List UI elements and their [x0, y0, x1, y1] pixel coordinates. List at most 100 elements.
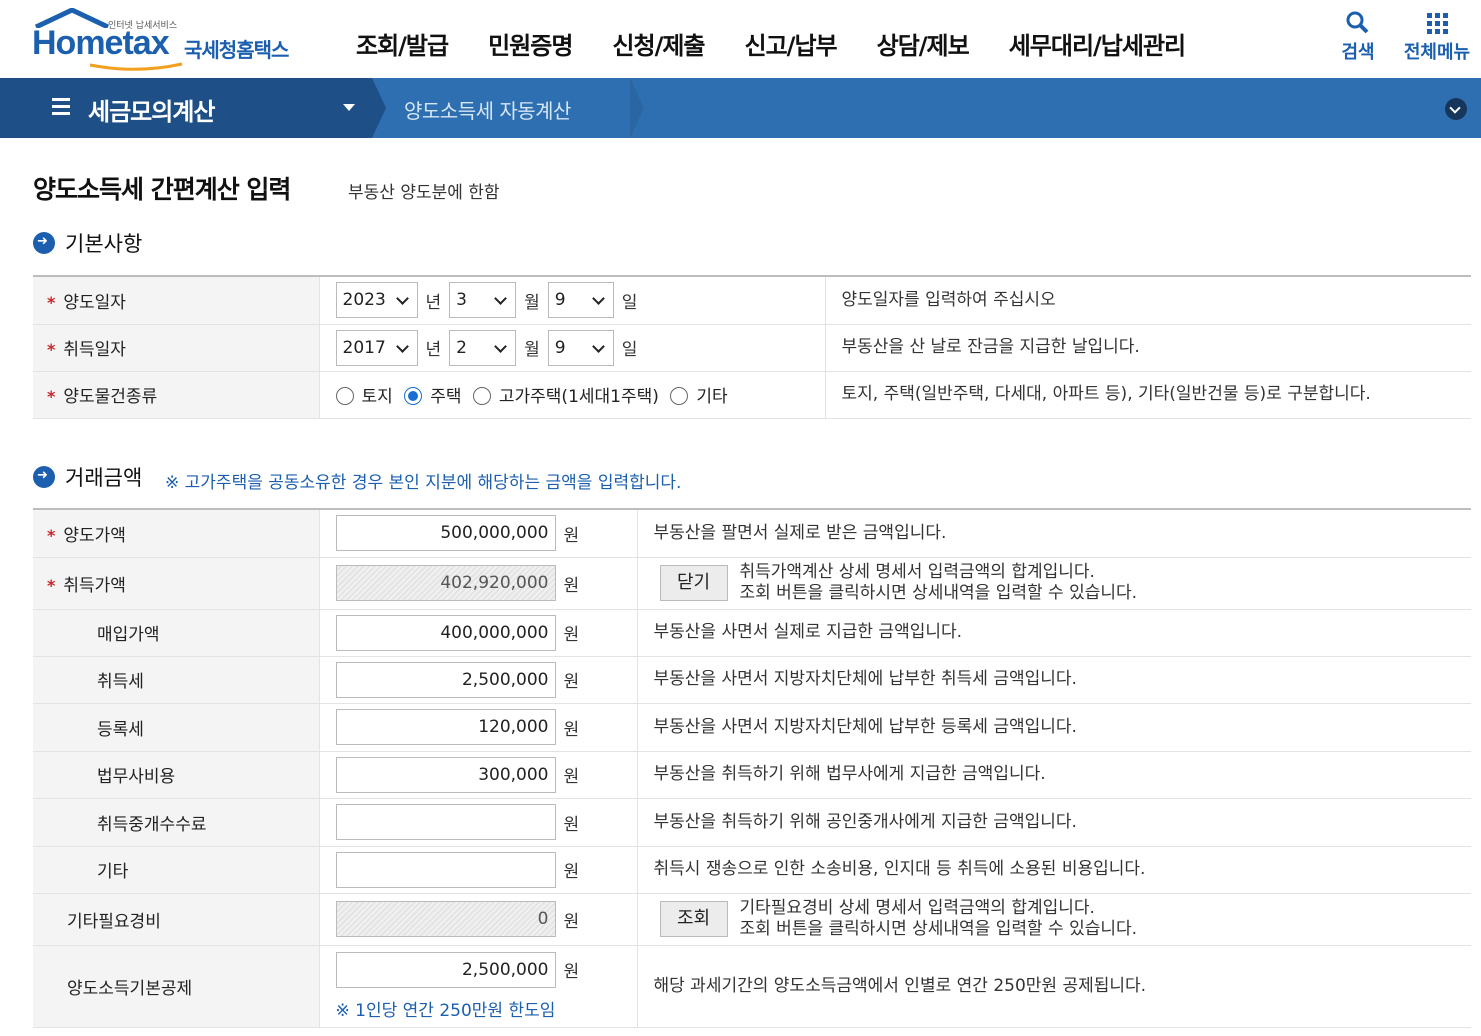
row-acquisition-tax: 취득세 2,500,000 원 부동산을 사면서 지방자치단체에 납부한 취득세 … — [33, 656, 1471, 704]
logo-wordmark: Hometax — [32, 24, 170, 62]
field-description: 기타필요경비 상세 명세서 입력금액의 합계입니다. 조회 버튼을 클릭하시면 상… — [739, 898, 1138, 939]
row-brokerage-fee: 취득중개수수료 원 부동산을 취득하기 위해 공인중개사에게 지급한 금액입니다… — [33, 798, 1471, 847]
transfer-date-inputs: 2023 년 3 월 9 일 — [319, 275, 825, 325]
field-description: 부동산을 사면서 지방자치단체에 납부한 취득세 금액입니다. — [636, 656, 1471, 704]
row-basic-deduction: 양도소득기본공제 2,500,000 원 ※ 1인당 연간 250만원 한도임 해… — [33, 945, 1471, 1028]
required-mark: * — [47, 525, 56, 545]
acquisition-tax-input[interactable]: 2,500,000 — [335, 661, 556, 698]
row-legal-fee: 법무사비용 300,000 원 부동산을 취득하기 위해 법무사에게 지급한 금액… — [33, 751, 1471, 799]
other-expenses-readonly: 0 — [335, 901, 556, 937]
acquire-day-select[interactable]: 9 — [547, 329, 614, 366]
field-description: 취득시 쟁송으로 인한 소송비용, 인지대 등 취득에 소용된 비용입니다. — [636, 846, 1471, 894]
required-mark: * — [47, 340, 56, 359]
field-description: 부동산을 산 날로 잔금을 지급한 날입니다. — [824, 324, 1471, 372]
section-amount-heading: 거래금액 — [33, 462, 142, 492]
search-button[interactable]: 검색 — [1336, 10, 1380, 64]
page-title: 양도소득세 간편계산 입력 — [33, 175, 291, 204]
amount-table: * 양도가액 500,000,000 원 부동산을 팔면서 실제로 받은 금액입니다… — [33, 508, 1471, 1028]
gnb-item-inquiry[interactable]: 조회/발급 — [356, 26, 449, 61]
gnb-item-report-pay[interactable]: 신고/납부 — [745, 26, 838, 61]
all-menu-label: 전체메뉴 — [1403, 42, 1471, 63]
radio-circle-icon — [670, 387, 689, 405]
section-basic-heading: 기본사항 — [33, 228, 142, 258]
arrow-circle-icon — [33, 232, 55, 254]
acquire-year-select[interactable]: 2017 — [335, 329, 418, 366]
row-transfer-date: * 양도일자 2023 년 3 월 9 일 양도일자를 입력하여 주십시오 — [33, 275, 1471, 325]
radio-circle-icon — [335, 387, 354, 405]
required-mark: * — [47, 387, 56, 406]
arrow-circle-icon — [33, 466, 55, 488]
radio-luxury-house[interactable]: 고가주택(1세대1주택) — [472, 382, 659, 407]
section-amount-title: 거래금액 — [65, 466, 143, 490]
row-property-type: * 양도물건종류 토지 주택 고가주택(1세대1주택) 기타 토지, 주택(일반주… — [33, 371, 1471, 419]
radio-circle-icon — [472, 387, 491, 405]
hamburger-icon — [52, 98, 70, 116]
field-label: 법무사비용 — [33, 751, 320, 799]
nav-main-menu[interactable]: 세금모의계산 — [0, 78, 372, 138]
required-mark: * — [47, 575, 56, 595]
caret-down-icon — [343, 104, 355, 111]
row-acquire-date: * 취득일자 2017 년 2 월 9 일 부동산을 산 날로 잔금을 지급한 날입니다. — [33, 324, 1471, 372]
basic-deduction-input[interactable]: 2,500,000 — [335, 951, 556, 988]
gnb-item-certificate[interactable]: 민원증명 — [488, 26, 573, 61]
gnb-item-application[interactable]: 신청/제출 — [612, 26, 705, 61]
field-label: * 양도물건종류 — [33, 371, 320, 419]
page-subtitle: 부동산 양도분에 한함 — [348, 183, 500, 203]
field-description: 부동산을 사면서 지방자치단체에 납부한 등록세 금액입니다. — [636, 703, 1471, 752]
acquire-month-select[interactable]: 2 — [449, 329, 517, 366]
field-description: 토지, 주택(일반주택, 다세대, 아파트 등), 기타(일반건물 등)로 구분… — [824, 371, 1471, 419]
section-amount-note: ※ 고가주택을 공동소유한 경우 본인 지분에 해당하는 금액을 입력합니다. — [165, 473, 682, 493]
legal-fee-input[interactable]: 300,000 — [335, 756, 556, 793]
deduction-limit-note: ※ 1인당 연간 250만원 한도임 — [335, 1000, 556, 1021]
search-label: 검색 — [1341, 42, 1375, 63]
field-label: * 양도일자 — [33, 275, 320, 325]
breadcrumb-separator — [630, 78, 644, 138]
transfer-month-select[interactable]: 3 — [449, 282, 517, 319]
row-other-cost: 기타 원 취득시 쟁송으로 인한 소송비용, 인지대 등 취득에 소용된 비용입… — [33, 846, 1471, 894]
field-label: * 양도가액 — [33, 508, 320, 558]
row-purchase-price: 매입가액 400,000,000 원 부동산을 사면서 실제로 지급한 금액입니다… — [33, 609, 1471, 657]
field-label: 등록세 — [33, 703, 320, 752]
registration-tax-input[interactable]: 120,000 — [335, 709, 556, 745]
field-description: 부동산을 취득하기 위해 공인중개사에게 지급한 금액입니다. — [636, 798, 1471, 847]
purchase-price-input[interactable]: 400,000,000 — [335, 614, 556, 651]
field-description: 부동산을 팔면서 실제로 받은 금액입니다. — [636, 508, 1471, 558]
row-registration-tax: 등록세 120,000 원 부동산을 사면서 지방자치단체에 납부한 등록세 금액… — [33, 703, 1471, 752]
transfer-year-select[interactable]: 2023 — [335, 282, 418, 319]
logo-swoosh-icon — [89, 62, 183, 71]
row-other-expenses: 기타필요경비 0원 조회 기타필요경비 상세 명세서 입력금액의 합계입니다. 조회… — [33, 893, 1471, 946]
field-label: 기타필요경비 — [33, 893, 320, 946]
search-icon — [1346, 11, 1369, 34]
expand-chevron-icon[interactable] — [1445, 98, 1467, 120]
radio-other[interactable]: 기타 — [670, 382, 728, 407]
field-description: 취득가액계산 상세 명세서 입력금액의 합계입니다. 조회 버튼을 클릭하시면 상… — [739, 562, 1138, 603]
field-label: 양도소득기본공제 — [33, 945, 320, 1028]
gnb-item-agent[interactable]: 세무대리/납세관리 — [1009, 26, 1186, 61]
brokerage-fee-input[interactable] — [335, 804, 556, 840]
field-description: 부동산을 사면서 실제로 지급한 금액입니다. — [636, 609, 1471, 657]
breadcrumb-separator — [372, 78, 386, 138]
required-mark: * — [47, 292, 56, 312]
global-nav: 조회/발급 민원증명 신청/제출 신고/납부 상담/제보 세무대리/납세관리 — [356, 26, 1225, 61]
nav-sub-menu[interactable]: 양도소득세 자동계산 — [404, 95, 571, 124]
acquire-date-inputs: 2017 년 2 월 9 일 — [319, 324, 825, 372]
close-detail-button[interactable]: 닫기 — [659, 565, 728, 601]
field-label: 기타 — [33, 846, 320, 894]
logo-korean: 국세청홈택스 — [184, 38, 289, 62]
gnb-item-consult[interactable]: 상담/제보 — [877, 26, 970, 61]
property-type-radios: 토지 주택 고가주택(1세대1주택) 기타 — [319, 371, 825, 419]
nav-main-label: 세금모의계산 — [88, 98, 215, 126]
field-description: 해당 과세기간의 양도소득금액에서 인별로 연간 250만원 공제됩니다. — [636, 945, 1471, 1028]
row-acquire-price: * 취득가액 402,920,000 원 닫기 취득가액계산 상세 명세서 입력금액의… — [33, 557, 1471, 610]
acquire-price-readonly: 402,920,000 — [335, 565, 556, 601]
radio-house[interactable]: 주택 — [404, 382, 461, 407]
other-cost-input[interactable] — [335, 851, 556, 888]
field-label: 취득세 — [33, 656, 320, 704]
inquiry-button[interactable]: 조회 — [659, 901, 728, 937]
radio-land[interactable]: 토지 — [335, 382, 393, 407]
all-menu-button[interactable]: 전체메뉴 — [1398, 10, 1476, 64]
transfer-day-select[interactable]: 9 — [547, 282, 614, 319]
transfer-price-input[interactable]: 500,000,000 — [335, 515, 556, 552]
field-description: 양도일자를 입력하여 주십시오 — [824, 275, 1471, 325]
hometax-logo[interactable]: 인터넷 납세서비스 Hometax 국세청홈택스 — [30, 6, 310, 72]
